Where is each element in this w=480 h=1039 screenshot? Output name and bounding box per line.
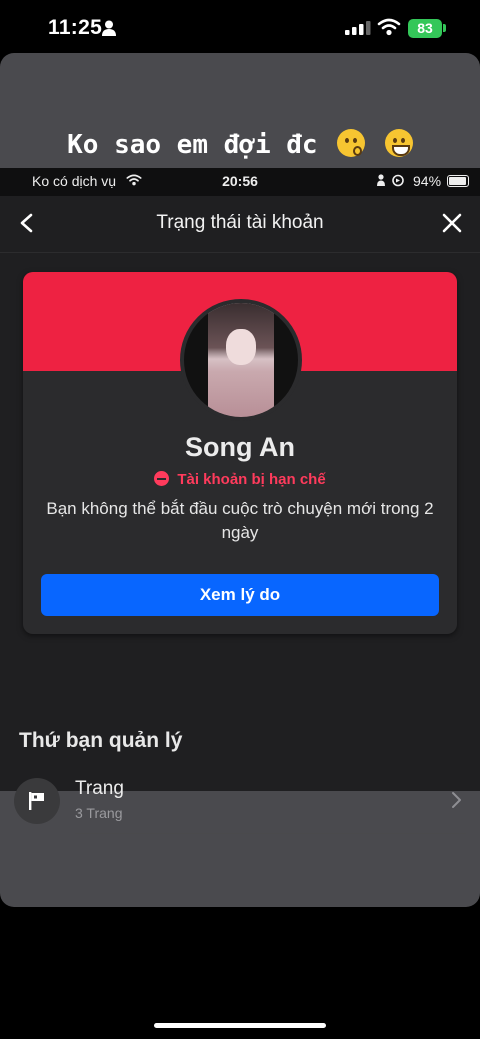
manage-section-title: Thứ bạn quản lý	[19, 729, 183, 752]
chevron-right-icon	[452, 792, 461, 808]
story-caption: Ko sao em đợi đc	[0, 129, 480, 160]
list-item-pages[interactable]: Trang 3 Trang	[0, 768, 480, 838]
restricted-minus-icon	[154, 471, 170, 486]
inner-battery-percent: 94%	[413, 173, 442, 189]
kissing-face-icon	[337, 129, 366, 157]
story-card: Ko sao em đợi đc Ko có dịch vụ 20:56 94%	[0, 53, 480, 907]
divider	[75, 833, 466, 834]
close-icon[interactable]	[441, 212, 463, 234]
story-caption-text: Ko sao em đợi đc	[67, 130, 318, 160]
flag-icon	[14, 778, 60, 824]
grinning-face-icon	[384, 129, 413, 157]
page-title: Trạng thái tài khoản	[156, 212, 324, 233]
list-item-subtitle: 3 Trang	[75, 805, 123, 821]
battery-indicator: 83	[408, 19, 442, 38]
restriction-description: Bạn không thể bắt đầu cuộc trò chuyện mớ…	[46, 499, 434, 542]
restriction-label: Tài khoản bị hạn chế	[177, 471, 326, 488]
home-indicator[interactable]	[154, 1023, 326, 1028]
cellular-signal-icon	[345, 21, 371, 35]
list-item-title: Trang	[75, 778, 124, 799]
nav-bar: Trạng thái tài khoản	[0, 196, 480, 253]
status-icons	[377, 174, 404, 187]
restriction-status: Tài khoản bị hạn chế	[23, 471, 457, 488]
person-icon	[102, 20, 116, 36]
profile-avatar	[180, 299, 302, 421]
inner-time: 20:56	[222, 173, 258, 189]
profile-name: Song An	[185, 432, 295, 462]
battery-icon	[447, 175, 469, 187]
device-time: 11:25	[48, 16, 103, 39]
battery-tip	[443, 24, 446, 32]
embedded-screenshot: Ko có dịch vụ 20:56 94% Trạng thái tài k…	[0, 168, 480, 834]
view-reason-button[interactable]: Xem lý do	[41, 574, 439, 616]
device-status-bar: 11:25 83	[0, 0, 480, 54]
inner-status-bar: Ko có dịch vụ 20:56 94%	[0, 168, 480, 196]
wifi-icon	[377, 18, 401, 36]
account-status-card: Song An Tài khoản bị hạn chế Bạn không t…	[23, 272, 457, 634]
